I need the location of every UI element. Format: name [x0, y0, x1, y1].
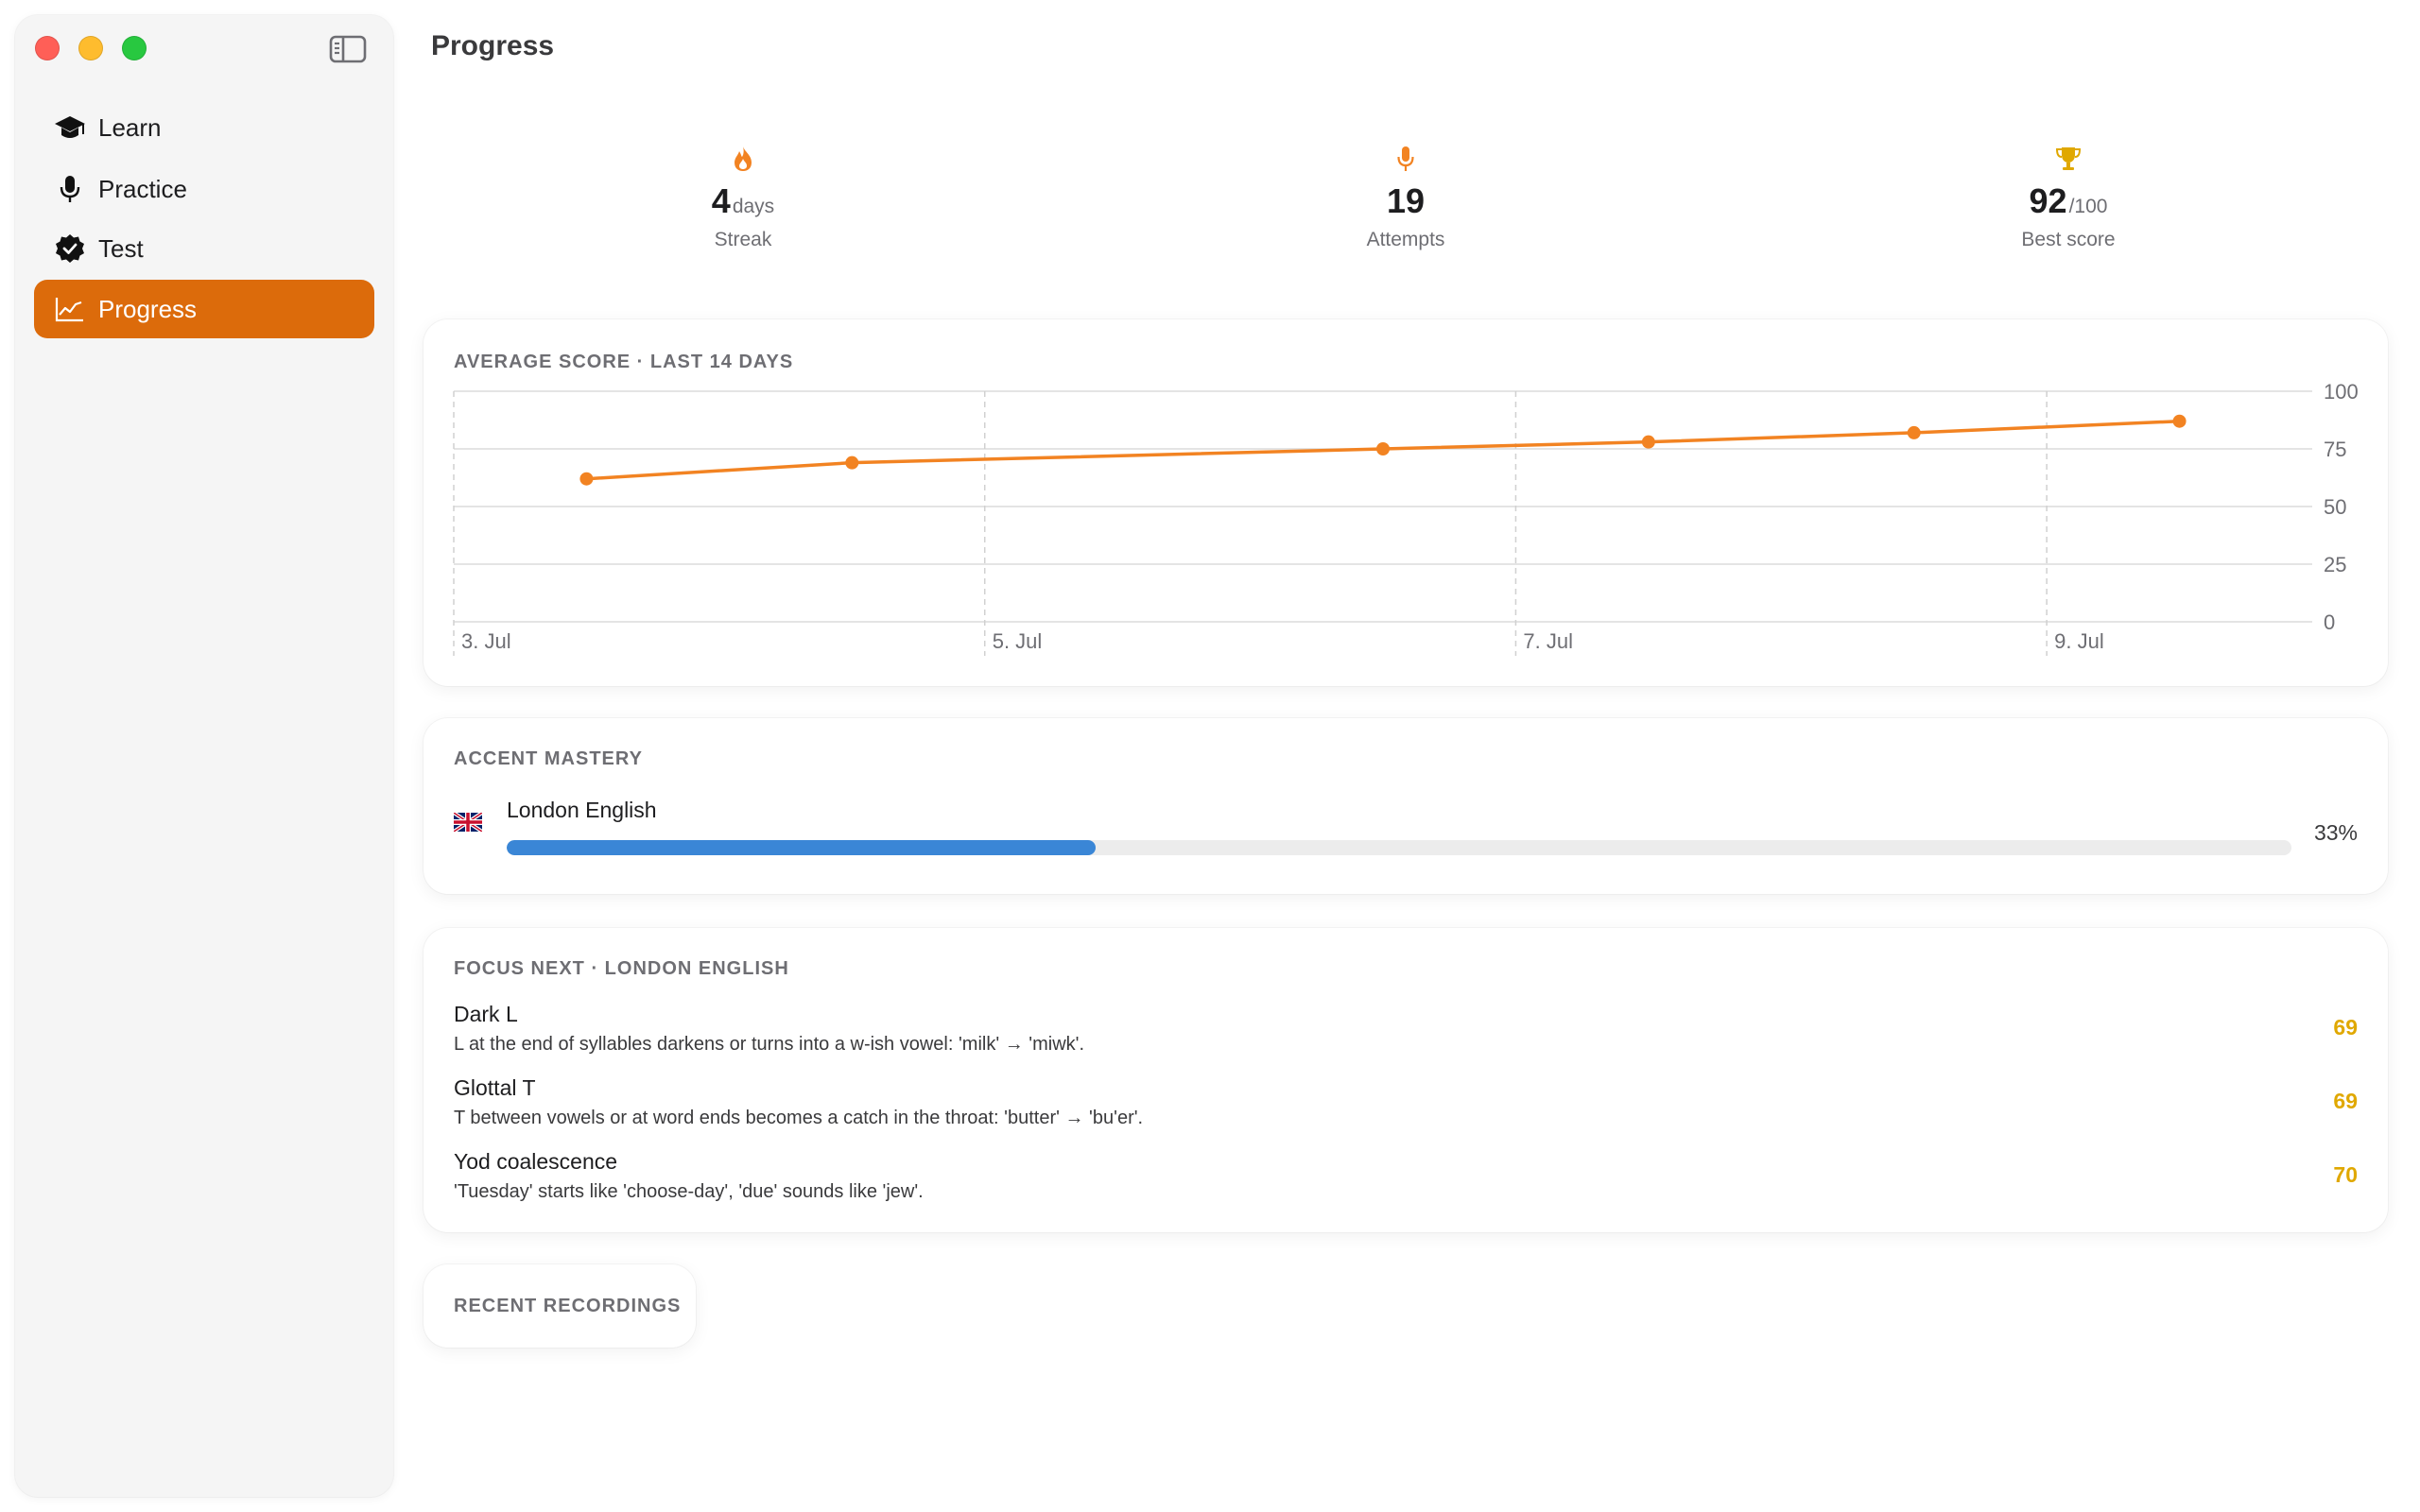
focus-next-title: FOCUS NEXT · LONDON ENGLISH — [454, 958, 789, 979]
focus-item-name: Glottal T — [454, 1075, 536, 1100]
chart-data-point — [845, 455, 859, 470]
chart-x-tick-label: 3. Jul — [461, 629, 511, 653]
chart-x-tick-label: 9. Jul — [2054, 629, 2104, 653]
sidebar-item-test[interactable]: Test — [34, 219, 374, 278]
chart-x-tick-label: 5. Jul — [993, 629, 1043, 653]
streak-value: 4 — [711, 181, 731, 220]
focus-item-score: 69 — [2333, 1015, 2358, 1040]
attempts-label: Attempts — [1366, 229, 1445, 250]
sidebar-item-label: Test — [98, 233, 144, 263]
average-score-card: AVERAGE SCORE · LAST 14 DAYS 0 25 50 75 100 3… — [424, 319, 2388, 686]
focus-item-name: Yod coalescence — [454, 1149, 618, 1174]
flame-icon — [601, 142, 885, 176]
average-score-chart: 0 25 50 75 100 3. Jul 5. Jul 7. Jul 9. Jul — [453, 380, 2359, 656]
trophy-icon — [1927, 142, 2210, 176]
window-minimize-button[interactable] — [78, 36, 103, 60]
accent-progress-bar — [507, 840, 2291, 855]
best-score-value: 92 — [2029, 181, 2067, 220]
accent-mastery-title: ACCENT MASTERY — [454, 748, 643, 769]
graduation-cap-icon — [53, 111, 87, 145]
chart-y-tick-label: 50 — [2324, 495, 2346, 519]
focus-item-yod-coalescence[interactable]: Yod coalescence 'Tuesday' starts like 'c… — [454, 1149, 2358, 1217]
focus-item-score: 70 — [2333, 1162, 2358, 1187]
accent-mastery-card: ACCENT MASTERY London English 33% — [424, 718, 2388, 894]
attempts-value: 19 — [1386, 181, 1426, 220]
recent-recordings-card: RECENT RECORDINGS — [424, 1264, 696, 1348]
stat-streak: 4days Streak — [601, 142, 885, 251]
focus-item-score: 69 — [2333, 1089, 2358, 1113]
window-close-button[interactable] — [35, 36, 60, 60]
uk-flag-icon — [452, 811, 484, 833]
accent-progress-fill — [507, 840, 1097, 855]
microphone-icon — [53, 172, 87, 206]
microphone-icon — [1264, 142, 1547, 176]
accent-progress-percent: 33% — [2313, 820, 2358, 845]
focus-item-description: L at the end of syllables darkens or tur… — [454, 1034, 1085, 1055]
chart-x-tick-label: 7. Jul — [1523, 629, 1573, 653]
focus-item-description: T between vowels or at word ends becomes… — [454, 1108, 1144, 1128]
chart-y-tick-label: 100 — [2324, 380, 2359, 404]
chart-line-icon — [53, 292, 87, 326]
sidebar-item-label: Practice — [98, 174, 187, 203]
focus-item-name: Dark L — [454, 1002, 518, 1026]
window-zoom-button[interactable] — [122, 36, 147, 60]
sidebar-item-progress[interactable]: Progress — [34, 280, 374, 338]
chart-data-point — [1376, 442, 1390, 455]
sidebar-item-learn[interactable]: Learn — [34, 98, 374, 157]
chart-data-point — [1641, 435, 1655, 449]
sidebar-item-label: Progress — [98, 294, 198, 323]
chart-y-tick-label: 25 — [2324, 553, 2346, 576]
sidebar-item-label: Learn — [98, 112, 162, 142]
stat-best-score: 92/100 Best score — [1927, 142, 2210, 251]
sidebar-item-practice[interactable]: Practice — [34, 160, 374, 218]
accent-name: London English — [507, 798, 657, 822]
sidebar-toggle-icon[interactable] — [329, 34, 367, 64]
chart-data-point — [2172, 414, 2187, 428]
stat-attempts: 19 Attempts — [1264, 142, 1547, 251]
focus-item-description: 'Tuesday' starts like 'choose-day', 'due… — [454, 1181, 924, 1202]
focus-next-card: FOCUS NEXT · LONDON ENGLISH Dark L L at … — [424, 928, 2388, 1232]
best-score-label: Best score — [2021, 229, 2116, 250]
chart-data-point — [579, 472, 594, 486]
chart-y-tick-label: 0 — [2324, 610, 2335, 634]
streak-unit: days — [732, 196, 775, 217]
chart-data-point — [1907, 425, 1921, 439]
focus-item-glottal-t[interactable]: Glottal T T between vowels or at word en… — [454, 1075, 2358, 1143]
chart-y-tick-label: 75 — [2324, 438, 2346, 461]
recent-recordings-title: RECENT RECORDINGS — [454, 1296, 682, 1316]
streak-label: Streak — [714, 229, 772, 250]
best-score-unit: /100 — [2068, 196, 2108, 217]
focus-item-dark-l[interactable]: Dark L L at the end of syllables darkens… — [454, 1002, 2358, 1070]
checkmark-seal-icon — [53, 232, 87, 266]
page-title: Progress — [431, 30, 555, 61]
